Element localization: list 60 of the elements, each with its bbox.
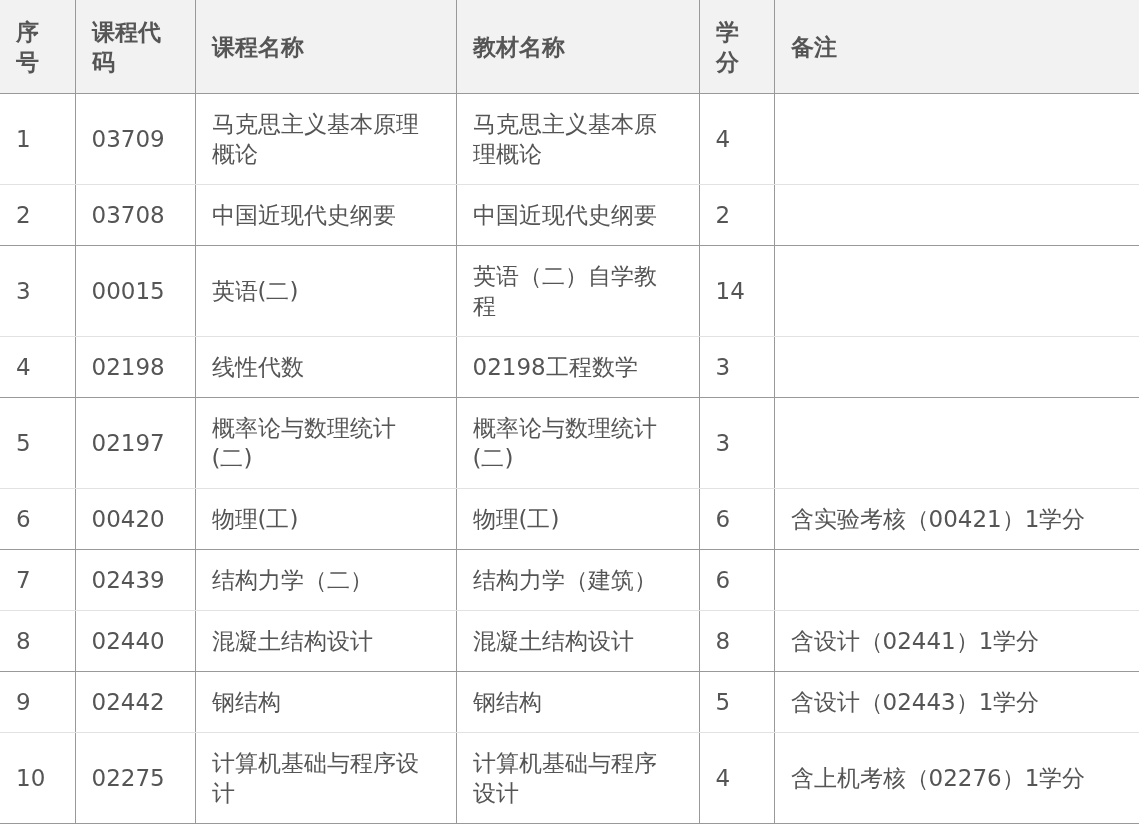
column-header: 序号 [0, 0, 75, 94]
table-cell: 4 [715, 765, 731, 791]
table-cell: 03709 [91, 126, 165, 152]
table-cell: 计算机基础与程序设计 [472, 750, 657, 806]
table-cell: 概率论与数理统计(二) [472, 415, 657, 471]
table-cell: 含设计（02441）1学分 [790, 628, 1040, 654]
table-cell: 钢结构 [211, 689, 281, 715]
table-cell: 结构力学（建筑） [472, 567, 657, 593]
table-cell: 02198 [91, 354, 165, 380]
column-header: 学分 [699, 0, 774, 94]
table-cell: 混凝土结构设计 [472, 628, 634, 654]
table-cell: 02275 [91, 765, 165, 791]
table-cell: 5 [16, 430, 31, 456]
table-cell: 14 [715, 278, 745, 304]
table-cell: 结构力学（二） [211, 567, 373, 593]
column-header: 教材名称 [456, 0, 699, 94]
table-cell: 含实验考核（00421）1学分 [790, 506, 1086, 532]
table-cell: 6 [16, 506, 31, 532]
column-header: 课程名称 [195, 0, 456, 94]
table-cell: 钢结构 [472, 689, 542, 715]
table-cell: 3 [16, 278, 31, 304]
table-cell: 4 [715, 126, 731, 152]
table-cell: 马克思主义基本原理概论 [211, 111, 419, 167]
table-cell: 8 [16, 628, 31, 654]
table-cell: 00015 [91, 278, 165, 304]
table-cell: 2 [715, 202, 731, 228]
table-cell: 2 [16, 202, 31, 228]
table-cell: 00420 [91, 506, 165, 532]
column-header: 备注 [774, 0, 1139, 94]
table-cell: 5 [715, 689, 731, 715]
table-cell: 03708 [91, 202, 165, 228]
table-cell: 计算机基础与程序设计 [211, 750, 419, 806]
table-cell: 02440 [91, 628, 165, 654]
table-cell: 6 [715, 506, 731, 532]
table-cell: 1 [16, 126, 31, 152]
table-cell: 物理(工) [211, 506, 299, 532]
table-cell: 马克思主义基本原理概论 [472, 111, 657, 167]
table-cell: 02197 [91, 430, 165, 456]
table-cell: 含上机考核（02276）1学分 [790, 765, 1086, 791]
table-cell: 混凝土结构设计 [211, 628, 373, 654]
table-cell: 中国近现代史纲要 [211, 202, 396, 228]
table-cell: 02439 [91, 567, 165, 593]
table-cell: 8 [715, 628, 731, 654]
table-cell: 含设计（02443）1学分 [790, 689, 1040, 715]
table-cell: 3 [715, 354, 731, 380]
table-cell: 7 [16, 567, 31, 593]
table-cell: 概率论与数理统计(二) [211, 415, 396, 471]
table-cell: 02198工程数学 [472, 354, 638, 380]
table-cell: 9 [16, 689, 31, 715]
table-cell: 3 [715, 430, 731, 456]
table-cell: 物理(工) [472, 506, 560, 532]
table-cell: 线性代数 [211, 354, 304, 380]
table-cell: 02442 [91, 689, 165, 715]
table-cell: 10 [16, 765, 46, 791]
table-cell: 中国近现代史纲要 [472, 202, 657, 228]
table-cell: 英语(二) [211, 278, 299, 304]
table-cell: 4 [16, 354, 31, 380]
table-cell: 英语（二）自学教程 [472, 263, 657, 319]
column-header: 课程代码 [75, 0, 195, 94]
table-cell: 6 [715, 567, 731, 593]
